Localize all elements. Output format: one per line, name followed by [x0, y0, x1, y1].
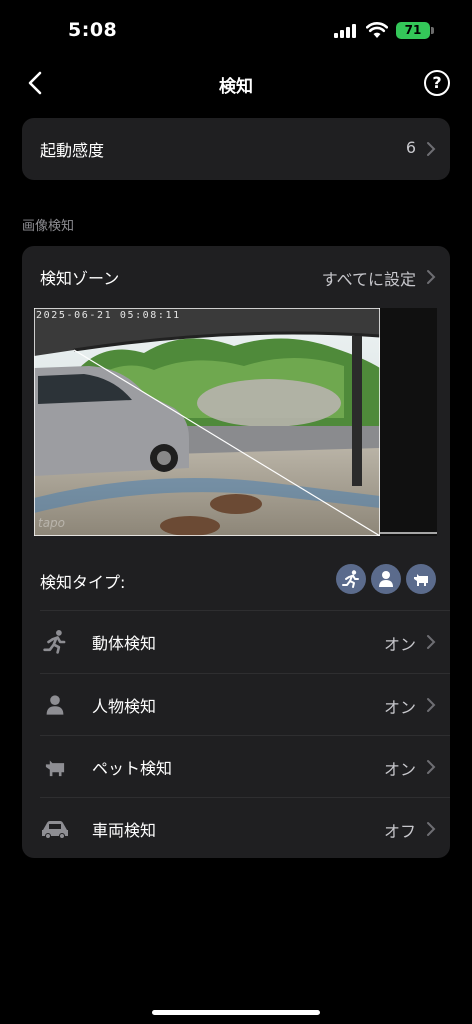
sensitivity-value: 6 [405, 138, 416, 157]
detection-zone-row[interactable]: 検知ゾーン すべてに設定 [22, 246, 450, 308]
chevron-right-icon [427, 270, 436, 284]
home-indicator[interactable] [152, 1010, 320, 1015]
pet-icon [40, 753, 70, 781]
preview-timestamp: 2025-06-21 05:08:11 [36, 310, 181, 321]
battery-tip [431, 27, 434, 34]
zone-outline [380, 532, 437, 534]
detection-zone-value: すべてに設定 [321, 270, 416, 289]
nav-bar: 検知 ? [0, 60, 472, 106]
status-time: 5:08 [68, 19, 118, 41]
sensitivity-card[interactable]: 起動感度 6 [22, 118, 450, 180]
chevron-right-icon [427, 635, 436, 649]
pet-detection-value: オン [383, 760, 416, 779]
section-label-image-detection: 画像検知 [22, 219, 75, 234]
motion-detection-label: 動体検知 [92, 634, 157, 653]
wifi-icon [366, 22, 388, 38]
detection-types-label: 検知タイプ: [40, 573, 126, 592]
question-mark-icon: ? [432, 73, 442, 92]
person-icon [40, 691, 70, 719]
page-title: 検知 [219, 77, 253, 97]
detection-zone-label: 検知ゾーン [40, 269, 120, 288]
chevron-right-icon [427, 142, 436, 156]
pet-badge-icon [406, 564, 436, 594]
cellular-signal-icon [334, 24, 356, 38]
person-detection-value: オン [383, 698, 416, 717]
person-badge-icon [371, 564, 401, 594]
pet-detection-row[interactable]: ペット検知 オン [22, 736, 450, 798]
vehicle-detection-row[interactable]: 車両検知 オフ [22, 798, 450, 860]
pet-detection-label: ペット検知 [92, 759, 173, 778]
battery-indicator: 71 [396, 22, 430, 39]
vehicle-icon [40, 815, 70, 843]
camera-snapshot [34, 308, 380, 536]
camera-preview[interactable]: 2025-06-21 05:08:11 tapo [34, 308, 437, 536]
detection-card: 検知ゾーン すべてに設定 2025-06-21 05:08:11 tapo 検知… [22, 246, 450, 858]
motion-badge-icon [336, 564, 366, 594]
person-detection-row[interactable]: 人物検知 オン [22, 674, 450, 736]
status-bar: 5:08 71 [0, 0, 472, 60]
motion-icon [40, 628, 70, 656]
vehicle-detection-value: オフ [383, 822, 416, 841]
motion-detection-value: オン [383, 635, 416, 654]
chevron-right-icon [427, 822, 436, 836]
brand-watermark: tapo [38, 516, 66, 530]
person-detection-label: 人物検知 [92, 697, 157, 716]
sensitivity-row[interactable]: 起動感度 6 [22, 118, 450, 180]
vehicle-detection-label: 車両検知 [92, 821, 157, 840]
help-button[interactable]: ? [424, 70, 450, 96]
chevron-right-icon [427, 698, 436, 712]
motion-detection-row[interactable]: 動体検知 オン [22, 611, 450, 673]
sensitivity-label: 起動感度 [40, 141, 105, 160]
chevron-right-icon [427, 760, 436, 774]
